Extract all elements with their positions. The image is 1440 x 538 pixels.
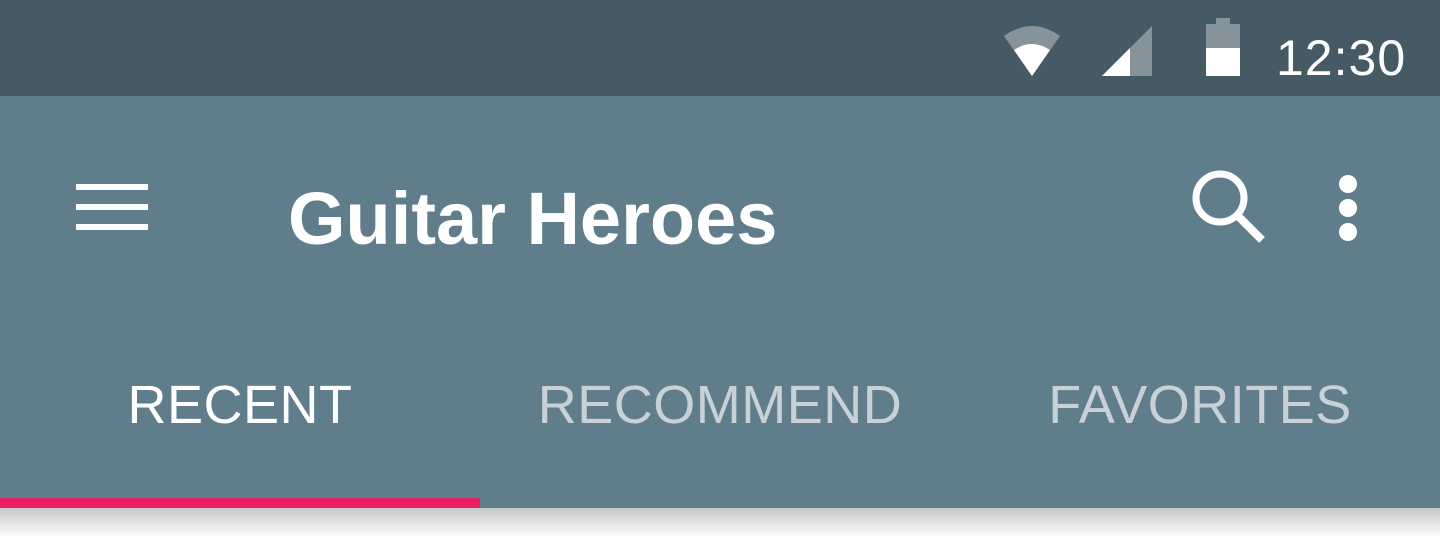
tab-recent[interactable]: RECENT [0,340,480,470]
status-time: 12:30 [1276,30,1407,86]
tab-favorites[interactable]: FAVORITES [960,340,1440,470]
battery-icon [1206,18,1240,76]
wifi-icon [1004,26,1060,76]
app-title: Guitar Heroes [288,177,778,260]
cellular-signal-icon [1102,26,1152,76]
tab-indicator [0,498,480,508]
search-button[interactable] [1186,164,1272,250]
tab-bar: RECENT RECOMMEND FAVORITES [0,340,1440,508]
more-vert-icon [1339,175,1357,241]
more-options-button[interactable] [1326,170,1370,246]
hamburger-menu-icon [76,184,148,230]
hamburger-menu-button[interactable] [70,176,154,240]
search-icon [1192,170,1265,243]
status-bar: 12:30 [0,0,1440,96]
app-bar-shadow [0,508,1440,538]
tab-recommend[interactable]: RECOMMEND [480,340,960,470]
